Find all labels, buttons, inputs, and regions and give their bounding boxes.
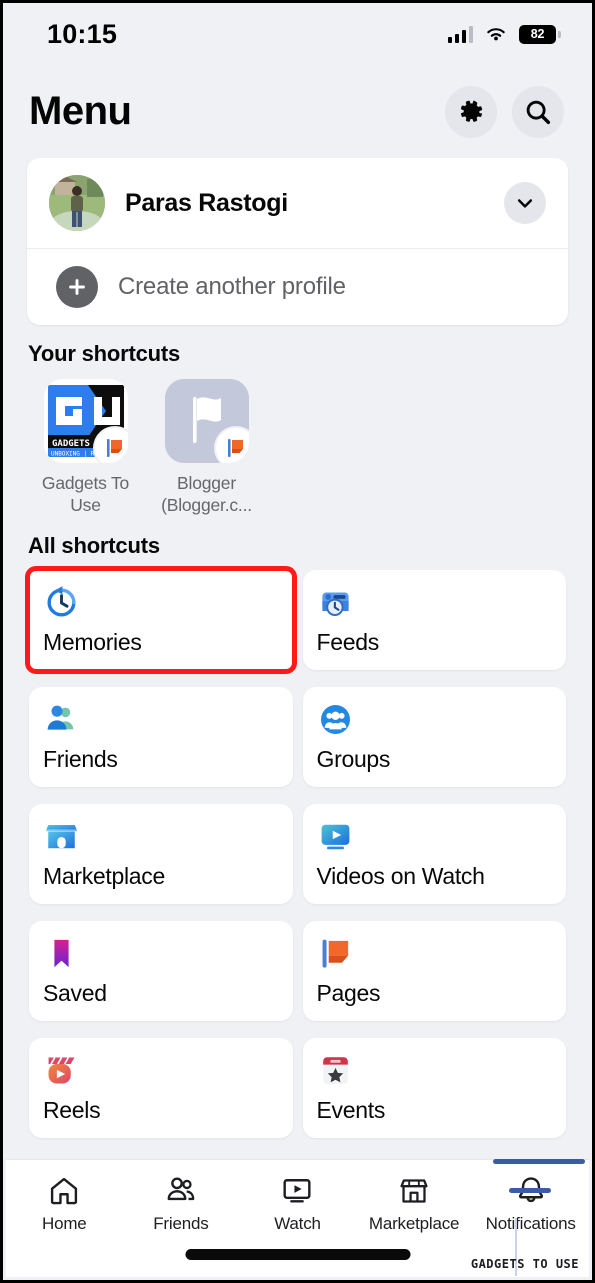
chevron-down-icon [517,199,533,208]
cellular-signal-icon [447,25,473,43]
shortcut-tile-label: Events [316,1096,386,1123]
settings-button[interactable] [445,85,497,138]
home-indicator [185,1249,410,1260]
marketplace-icon [400,1179,428,1203]
status-bar: 10:15 82 [3,3,592,65]
shortcut-thumbnail: GADGETS TO UNBOXING | REVIEW | [43,379,128,463]
shortcut-tile-label: Reels [43,1096,101,1123]
all-shortcuts-heading: All shortcuts [28,532,160,558]
watch-icon [283,1179,312,1203]
nav-item-label: Notifications [485,1214,576,1233]
marketplace-shop-icon [43,817,293,857]
shortcut-tile-events[interactable]: Events [302,1037,567,1138]
nav-item-home[interactable]: Home [6,1174,123,1234]
groups-circle-icon [317,700,567,740]
nav-item-label: Marketplace [368,1214,460,1233]
scroll-fade [6,1143,589,1159]
status-indicators: 82 [447,24,561,44]
all-shortcuts-grid: Memories Feeds Friends Groups Marketplac… [3,565,592,1138]
shortcut-tile-groups[interactable]: Groups [302,686,567,787]
shortcut-tile-memories[interactable]: Memories [25,565,297,674]
shortcut-tile-label: Friends [43,745,118,772]
shortcut-thumbnail [164,379,249,463]
nav-items: Home Friends Watch Marketplace Notificat… [6,1160,589,1234]
shortcut-label: Gadgets To Use [41,473,130,516]
shortcut-tile-videos-on-watch[interactable]: Videos on Watch [302,803,567,904]
nav-item-marketplace[interactable]: Marketplace [356,1174,473,1234]
plus-icon [56,266,98,308]
nav-item-label: Watch [274,1214,321,1233]
shortcut-blogger[interactable]: Blogger (Blogger.c... [159,379,254,517]
shortcut-tile-pages[interactable]: Pages [302,920,567,1021]
reels-icon [43,1051,293,1091]
events-calendar-icon [317,1051,567,1091]
shortcut-tile-reels[interactable]: Reels [29,1037,293,1138]
shortcut-tile-label: Marketplace [43,862,165,889]
shortcut-label: Blogger (Blogger.c... [161,473,252,516]
page-header: Menu [3,65,592,158]
shortcut-tile-label: Saved [43,979,107,1006]
feeds-icon [317,583,567,623]
menu-icon[interactable] [509,1188,551,1193]
profile-name: Paras Rastogi [125,188,288,217]
saved-bookmark-icon [43,934,293,974]
shortcut-tile-marketplace[interactable]: Marketplace [29,803,293,904]
shortcut-tile-label: Feeds [316,628,380,655]
your-shortcuts-list: GADGETS TO UNBOXING | REVIEW | Gadgets T… [3,375,592,517]
watch-video-icon [317,817,567,857]
friends-icon [167,1177,195,1201]
pages-flag-icon [317,934,567,974]
home-icon [51,1177,78,1205]
wifi-icon [487,28,505,41]
avatar [49,175,105,231]
shortcut-tile-label: Groups [316,745,391,772]
battery-icon: 82 [519,24,561,44]
shortcut-tile-saved[interactable]: Saved [29,920,293,1021]
shortcut-gadgets-to-use[interactable]: GADGETS TO UNBOXING | REVIEW | Gadgets T… [38,379,133,517]
profile-expand-button[interactable] [504,182,546,224]
search-button[interactable] [512,85,564,138]
page-title: Menu [29,89,132,133]
your-shortcuts-heading: Your shortcuts [28,341,181,366]
search-icon [526,100,551,124]
shortcut-tile-label: Pages [316,979,381,1006]
nav-item-friends[interactable]: Friends [123,1174,240,1234]
watermark: GADGETS TO USE [470,1257,579,1271]
memories-clock-icon [43,583,293,623]
nav-item-notifications[interactable]: Notifications [472,1174,589,1234]
shortcut-tile-label: Videos on Watch [316,862,485,889]
battery-level: 82 [530,27,545,41]
phone-screen: 10:15 82 Menu Paras Rastogi Create anoth… [0,0,595,1283]
nav-item-label: Home [42,1214,87,1233]
shortcut-tile-label: Memories [43,628,142,655]
create-profile-label: Create another profile [118,273,346,300]
active-tab-indicator [493,1159,585,1164]
shortcut-tile-feeds[interactable]: Feeds [302,569,567,670]
friends-people-icon [43,700,293,740]
shortcut-tile-friends[interactable]: Friends [29,686,293,787]
header-actions [445,85,564,138]
profile-row[interactable]: Paras Rastogi [27,158,568,248]
create-profile-row[interactable]: Create another profile [27,249,568,325]
status-clock: 10:15 [47,18,118,49]
bottom-navigation: Home Friends Watch Marketplace Notificat… [6,1159,589,1277]
nav-item-label: Friends [153,1214,209,1233]
profile-card: Paras Rastogi Create another profile [27,158,568,325]
gear-icon [460,100,483,122]
nav-item-watch[interactable]: Watch [239,1174,356,1234]
